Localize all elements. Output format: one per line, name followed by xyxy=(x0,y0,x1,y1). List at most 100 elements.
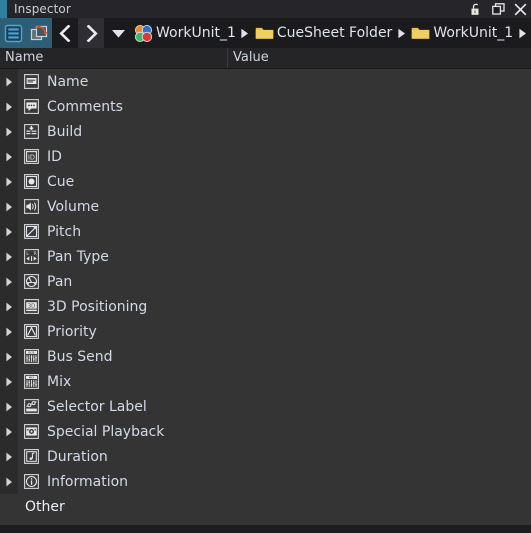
expand-arrow-icon[interactable] xyxy=(0,219,18,244)
expand-arrow-icon[interactable] xyxy=(0,344,18,369)
expand-arrow-icon[interactable] xyxy=(0,394,18,419)
title-bar-buttons xyxy=(467,0,529,18)
history-button[interactable] xyxy=(104,18,132,48)
title-accent-bar xyxy=(0,0,7,18)
expand-arrow-icon[interactable] xyxy=(0,369,18,394)
tree-row[interactable]: 3D 3D Positioning xyxy=(0,294,531,319)
column-header-name[interactable]: Name xyxy=(0,48,228,68)
id-icon: ID xyxy=(21,144,41,169)
tree-row-label: Name xyxy=(47,73,89,90)
triangle-down-icon xyxy=(111,29,125,38)
svg-text:MIX: MIX xyxy=(28,376,34,380)
expand-arrow-icon[interactable] xyxy=(0,244,18,269)
tree-row[interactable]: Selector Label xyxy=(0,394,531,419)
tree-row-label: 3D Positioning xyxy=(47,298,148,315)
sync-icon xyxy=(30,25,47,40)
tree-row-label: Selector Label xyxy=(47,398,147,415)
svg-text:ID: ID xyxy=(27,153,34,161)
tree-row-label: Other xyxy=(25,498,65,515)
lock-icon xyxy=(471,3,479,15)
expand-arrow-icon[interactable] xyxy=(0,469,18,494)
title-bar: Inspector xyxy=(0,0,531,18)
forward-button[interactable] xyxy=(78,18,104,48)
tree-row-label: Special Playback xyxy=(47,423,165,440)
chevron-left-icon xyxy=(58,24,70,42)
tree-row-label: Priority xyxy=(47,323,97,340)
svg-text:BUS: BUS xyxy=(28,351,34,355)
folder-icon xyxy=(412,27,430,39)
tree-row[interactable]: Comments xyxy=(0,94,531,119)
tree-row[interactable]: Other xyxy=(0,494,531,519)
tree-row[interactable]: Volume xyxy=(0,194,531,219)
breadcrumb-item-1[interactable]: CueSheet Folder xyxy=(253,18,393,48)
tree-row-label: Pitch xyxy=(47,223,82,240)
special-playback-icon xyxy=(21,419,41,444)
information-icon xyxy=(21,469,41,494)
tree-row[interactable]: ID ID xyxy=(0,144,531,169)
tree-row-label: Information xyxy=(47,473,129,490)
cue-icon xyxy=(21,169,41,194)
expand-arrow-icon[interactable] xyxy=(0,144,18,169)
expand-arrow-icon[interactable] xyxy=(0,69,18,94)
lock-button[interactable] xyxy=(467,0,485,18)
expand-arrow-icon[interactable] xyxy=(0,169,18,194)
three-d-icon: 3D xyxy=(21,294,41,319)
breadcrumb-label-0: WorkUnit_1 xyxy=(156,25,236,41)
tree-row-label: Pan xyxy=(47,273,73,290)
tree-row[interactable]: Special Playback xyxy=(0,419,531,444)
tree-row[interactable]: Information xyxy=(0,469,531,494)
float-button[interactable] xyxy=(489,0,507,18)
back-button[interactable] xyxy=(52,18,78,48)
list-view-button[interactable] xyxy=(0,18,26,48)
column-header-value[interactable]: Value xyxy=(228,48,531,68)
tree-row[interactable]: MIX Mix xyxy=(0,369,531,394)
tree-row-label: Volume xyxy=(47,198,100,215)
tree-row[interactable]: Cue xyxy=(0,169,531,194)
tree-row[interactable]: L R Pan Type xyxy=(0,244,531,269)
breadcrumb-label-2: WorkUnit_1 xyxy=(433,25,514,41)
expand-arrow-icon[interactable] xyxy=(0,94,18,119)
tree-row[interactable]: Name xyxy=(0,69,531,94)
sync-button[interactable] xyxy=(26,18,52,48)
expand-arrow-icon[interactable] xyxy=(0,319,18,344)
triangle-right-icon xyxy=(241,28,249,38)
triangle-right-icon xyxy=(519,28,526,38)
triangle-right-icon xyxy=(398,28,405,38)
selector-label-icon xyxy=(21,394,41,419)
panel-title: Inspector xyxy=(14,2,71,16)
pan-type-icon: L R xyxy=(21,244,41,269)
close-icon xyxy=(514,3,526,15)
chevron-right-icon xyxy=(86,24,98,42)
expand-arrow-icon[interactable] xyxy=(0,444,18,469)
folder-icon xyxy=(255,27,274,39)
tree-row[interactable]: Pan xyxy=(0,269,531,294)
close-button[interactable] xyxy=(511,0,529,18)
tree-row-label: Mix xyxy=(47,373,72,390)
expand-arrow-icon[interactable] xyxy=(0,294,18,319)
breadcrumb-item-0[interactable]: WorkUnit_1 xyxy=(132,18,237,48)
toolbar: WorkUnit_1 CueSheet Folder WorkUnit_1 xyxy=(0,18,531,48)
tree-row[interactable]: Pitch xyxy=(0,219,531,244)
breadcrumb-item-2[interactable]: WorkUnit_1 xyxy=(409,18,514,48)
list-icon xyxy=(4,24,22,42)
pitch-icon xyxy=(21,219,41,244)
expand-arrow-icon[interactable] xyxy=(0,419,18,444)
tree-row-label: ID xyxy=(47,148,62,165)
tree-row[interactable]: Priority xyxy=(0,319,531,344)
tree-bottom-filler xyxy=(0,525,531,533)
inspector-window: Inspector WorkUnit_1 CueSheet Folder Wor… xyxy=(0,0,531,533)
tree-row-label: Duration xyxy=(47,448,108,465)
tree-row-label: Cue xyxy=(47,173,75,190)
breadcrumb-separator-1 xyxy=(393,18,409,48)
expand-arrow-icon[interactable] xyxy=(0,194,18,219)
expand-arrow-icon[interactable] xyxy=(0,269,18,294)
breadcrumb-label-1: CueSheet Folder xyxy=(276,25,393,41)
mix-icon: MIX xyxy=(21,369,41,394)
tree-row[interactable]: Build xyxy=(0,119,531,144)
tree-row[interactable]: Duration xyxy=(0,444,531,469)
column-header: Name Value xyxy=(0,48,531,69)
float-icon xyxy=(491,3,505,15)
expand-arrow-icon[interactable] xyxy=(0,119,18,144)
speaker-icon xyxy=(21,194,41,219)
tree-row[interactable]: BUS Bus Send xyxy=(0,344,531,369)
